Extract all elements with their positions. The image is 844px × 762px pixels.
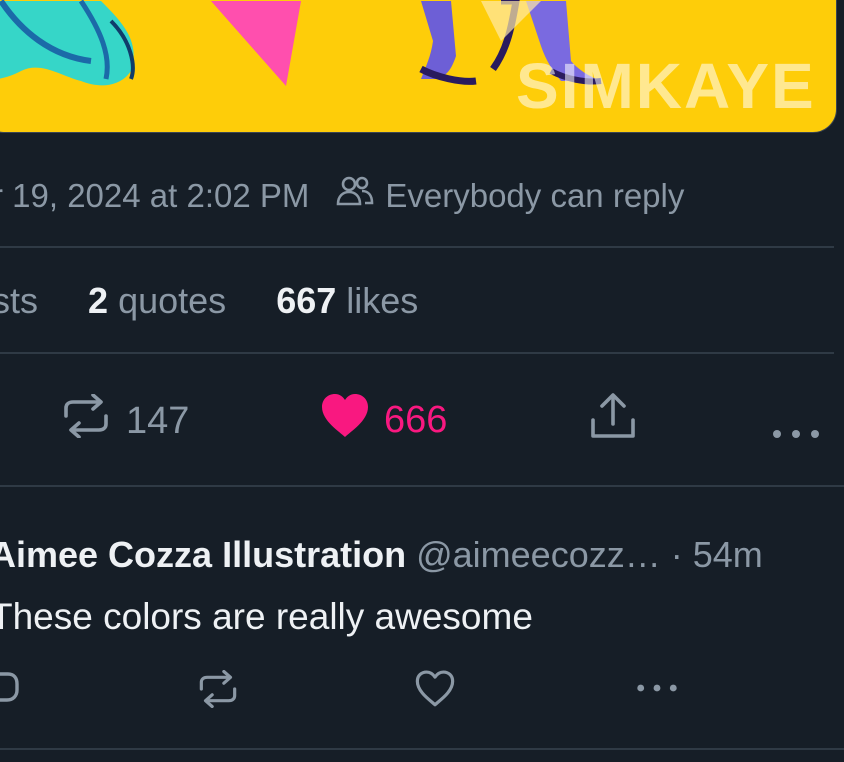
repost-count: 147 (126, 399, 190, 442)
share-icon (590, 392, 636, 450)
divider (0, 748, 844, 750)
tweet-timestamp[interactable]: r 19, 2024 at 2:02 PM (0, 177, 309, 215)
reply-header: Aimee Cozza Illustration @aimeecozz… · 5… (0, 534, 763, 576)
reply-author-handle[interactable]: @aimeecozz… (416, 534, 661, 575)
heart-outline-icon (414, 668, 456, 708)
reply-time[interactable]: · 54m (671, 534, 763, 575)
like-button[interactable]: 666 (320, 392, 447, 448)
more-icon (634, 682, 680, 694)
people-icon (335, 174, 375, 218)
reply-setting-label: Everybody can reply (385, 177, 685, 214)
quotes-count: 2 (88, 280, 109, 321)
like-count: 666 (384, 398, 448, 441)
reply-like-button[interactable] (414, 668, 456, 708)
more-button[interactable] (772, 408, 820, 451)
divider (0, 352, 834, 354)
divider (0, 485, 844, 487)
tweet-media-image[interactable]: SIMKAYE (0, 0, 837, 133)
tweet-stats: sts 2 quotes 667 likes (0, 280, 418, 322)
repost-button[interactable]: 147 (62, 393, 190, 448)
repost-icon (198, 670, 238, 708)
artwork-watermark: SIMKAYE (516, 50, 816, 122)
likes-stat[interactable]: 667 likes (276, 280, 418, 321)
divider (0, 246, 834, 248)
tweet-meta: r 19, 2024 at 2:02 PM Everybody can repl… (0, 174, 684, 218)
reply-icon (0, 670, 20, 708)
reposts-stat-label[interactable]: sts (0, 280, 38, 321)
reply-more-button[interactable] (634, 682, 680, 694)
reply-text: These colors are really awesome (0, 596, 533, 637)
heart-filled-icon (320, 392, 370, 448)
likes-label: likes (346, 280, 419, 321)
share-button[interactable] (590, 392, 636, 450)
reply-author-name[interactable]: Aimee Cozza Illustration (0, 534, 406, 575)
quotes-label: quotes (118, 280, 227, 321)
quotes-stat[interactable]: 2 quotes (88, 280, 226, 321)
reply-button[interactable] (0, 670, 20, 708)
repost-icon (62, 393, 110, 448)
more-icon (772, 408, 820, 451)
likes-count: 667 (276, 280, 337, 321)
reply-repost-button[interactable] (198, 670, 238, 708)
